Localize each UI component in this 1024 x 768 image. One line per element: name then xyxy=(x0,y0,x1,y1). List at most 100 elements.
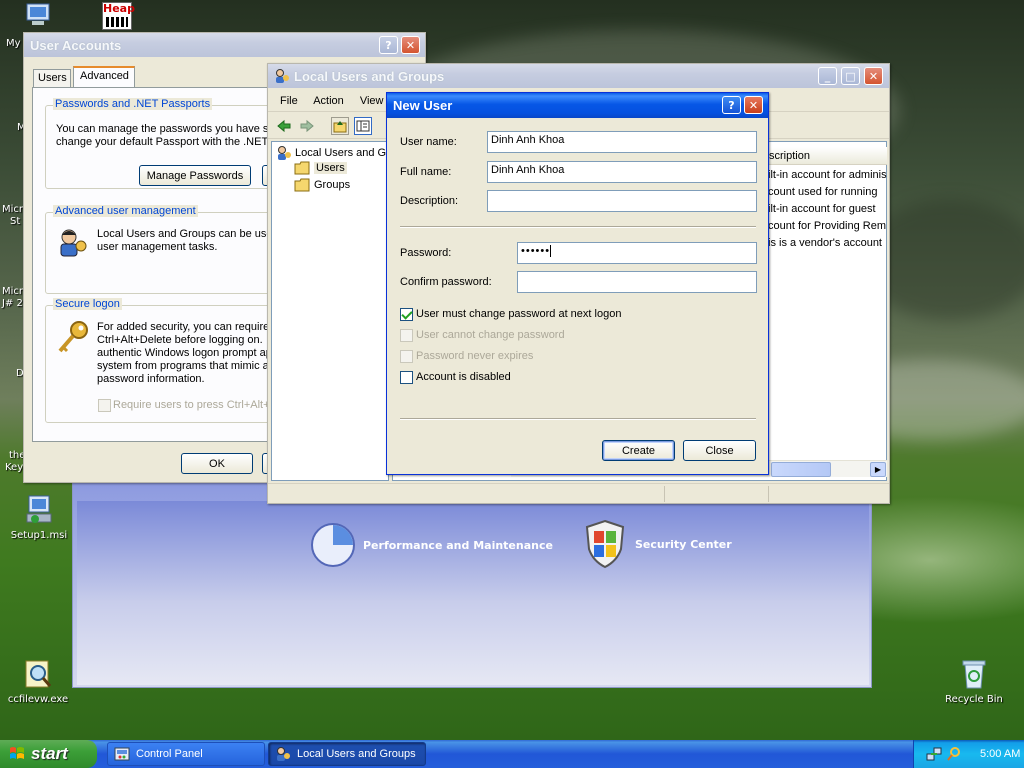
up-folder-icon[interactable] xyxy=(331,117,349,135)
taskbar-item-local-users-groups[interactable]: Local Users and Groups xyxy=(268,742,426,766)
scrollbar-thumb[interactable] xyxy=(771,462,831,477)
users-group-icon xyxy=(275,746,291,762)
description-cell: ilt-in account for guest xyxy=(768,203,876,215)
secure-text: system from programs that mimic a xyxy=(97,360,269,372)
new-user-dialog: New User ? ✕ User name: Dinh Anh Khoa Fu… xyxy=(386,92,769,475)
button-label: Manage Passwords xyxy=(146,169,244,182)
menu-view[interactable]: View xyxy=(360,95,384,107)
recycle-bin-desktop-icon[interactable]: Recycle Bin xyxy=(937,658,1011,705)
user-accounts-titlebar[interactable]: User Accounts ? ✕ xyxy=(24,33,425,57)
minimize-button[interactable]: _ xyxy=(818,67,837,85)
task-label: Control Panel xyxy=(136,748,203,760)
button-label: Close xyxy=(705,444,734,457)
users-group-icon xyxy=(55,226,89,260)
confirm-password-input[interactable] xyxy=(517,271,757,293)
forward-arrow-icon[interactable] xyxy=(299,118,315,134)
users-group-icon xyxy=(274,68,290,84)
help-button[interactable]: ? xyxy=(722,96,741,114)
desktop-label-fragment: St xyxy=(10,216,21,227)
separator xyxy=(400,418,756,420)
list-row[interactable]: count for Providing Rem xyxy=(768,220,886,232)
create-button[interactable]: Create xyxy=(602,440,675,461)
recycle-bin-icon xyxy=(958,658,990,690)
menu-action[interactable]: Action xyxy=(313,95,344,107)
description-cell: ilt-in account for adminis xyxy=(768,169,887,181)
column-header-description[interactable]: scription xyxy=(765,147,887,165)
group-title: Advanced user management xyxy=(53,205,198,217)
description-cell: count for Providing Rem xyxy=(768,220,886,232)
close-button[interactable]: ✕ xyxy=(744,96,763,114)
heap-label: Heap xyxy=(103,2,135,15)
category-label: Performance and Maintenance xyxy=(363,538,553,552)
password-never-expires-checkbox[interactable] xyxy=(400,350,413,363)
new-user-titlebar[interactable]: New User ? ✕ xyxy=(387,93,768,118)
list-row[interactable]: ilt-in account for guest xyxy=(768,203,876,215)
clock[interactable]: 5:00 AM xyxy=(980,748,1020,760)
scroll-right-icon[interactable]: ▶ xyxy=(870,462,886,477)
desktop-label-fragment: Micr xyxy=(2,204,24,215)
description-input[interactable] xyxy=(487,190,757,212)
button-label: OK xyxy=(209,457,225,470)
start-button[interactable]: start xyxy=(0,740,97,768)
text-cursor xyxy=(550,245,552,258)
close-dialog-button[interactable]: Close xyxy=(683,440,756,461)
category-performance[interactable]: Performance and Maintenance xyxy=(309,521,553,569)
must-change-password-checkbox[interactable] xyxy=(400,308,413,321)
ok-button[interactable]: OK xyxy=(181,453,253,474)
installer-icon xyxy=(23,494,55,526)
search-icon[interactable] xyxy=(946,746,962,762)
tree-pane: Local Users and Gr Users Groups xyxy=(271,141,390,481)
users-group-icon xyxy=(276,145,292,161)
username-input[interactable]: Dinh Anh Khoa xyxy=(487,131,757,153)
my-computer-icon[interactable] xyxy=(24,2,54,28)
close-button[interactable]: ✕ xyxy=(864,67,883,85)
tree-root[interactable]: Local Users and Gr xyxy=(276,145,390,161)
menu-file[interactable]: File xyxy=(280,95,298,107)
tab-label: Users xyxy=(38,72,67,84)
show-hide-tree-icon[interactable] xyxy=(354,117,372,135)
description-label: Description: xyxy=(400,195,459,207)
tree-item-groups[interactable]: Groups xyxy=(294,178,350,192)
list-row[interactable]: count used for running xyxy=(768,186,877,198)
list-row[interactable]: ilt-in account for adminis xyxy=(768,169,887,181)
cannot-change-password-checkbox[interactable] xyxy=(400,329,413,342)
ccfilevw-desktop-icon[interactable]: ccfilevw.exe xyxy=(1,658,75,705)
tab-users[interactable]: Users xyxy=(33,69,71,87)
desktop-icon-label: ccfilevw.exe xyxy=(7,694,69,705)
tree-label: Users xyxy=(314,162,347,174)
desktop-label-fragment: Key xyxy=(5,462,24,473)
window-title: New User xyxy=(393,98,453,113)
status-bar xyxy=(268,483,889,503)
close-button[interactable]: ✕ xyxy=(401,36,420,54)
description-cell: is is a vendor's account xyxy=(768,237,882,249)
help-button[interactable]: ? xyxy=(379,36,398,54)
password-input[interactable]: •••••• xyxy=(517,242,757,264)
taskbar-item-control-panel[interactable]: Control Panel xyxy=(107,742,265,766)
maximize-button[interactable]: □ xyxy=(841,67,860,85)
group-title: Passwords and .NET Passports xyxy=(53,98,213,110)
setup-msi-desktop-icon[interactable]: Setup1.msi xyxy=(2,494,76,541)
account-disabled-checkbox[interactable] xyxy=(400,371,413,384)
input-value: Dinh Anh Khoa xyxy=(491,134,565,146)
category-label: Security Center xyxy=(635,537,732,551)
fullname-input[interactable]: Dinh Anh Khoa xyxy=(487,161,757,183)
manage-passwords-button[interactable]: Manage Passwords xyxy=(139,165,251,186)
heap-icon[interactable]: Heap xyxy=(102,2,135,30)
tree-item-users[interactable]: Users xyxy=(294,161,347,175)
checkbox-label: Password never expires xyxy=(416,350,534,362)
pie-chart-icon xyxy=(309,521,357,569)
magnifier-file-icon xyxy=(22,658,54,690)
list-row[interactable]: is is a vendor's account xyxy=(768,237,882,249)
secure-text: For added security, you can require xyxy=(97,321,270,333)
folder-icon xyxy=(294,178,310,192)
system-tray: 5:00 AM xyxy=(913,740,1024,768)
network-icon[interactable] xyxy=(926,746,942,762)
window-title: User Accounts xyxy=(30,37,122,53)
require-ctrl-alt-del-checkbox[interactable] xyxy=(98,399,111,412)
category-security-center[interactable]: Security Center xyxy=(583,519,732,569)
back-arrow-icon[interactable] xyxy=(276,118,292,134)
tab-advanced[interactable]: Advanced xyxy=(73,66,135,88)
local-users-titlebar[interactable]: Local Users and Groups _ □ ✕ xyxy=(268,64,889,88)
control-panel-icon xyxy=(114,746,130,762)
description-cell: count used for running xyxy=(768,186,878,198)
